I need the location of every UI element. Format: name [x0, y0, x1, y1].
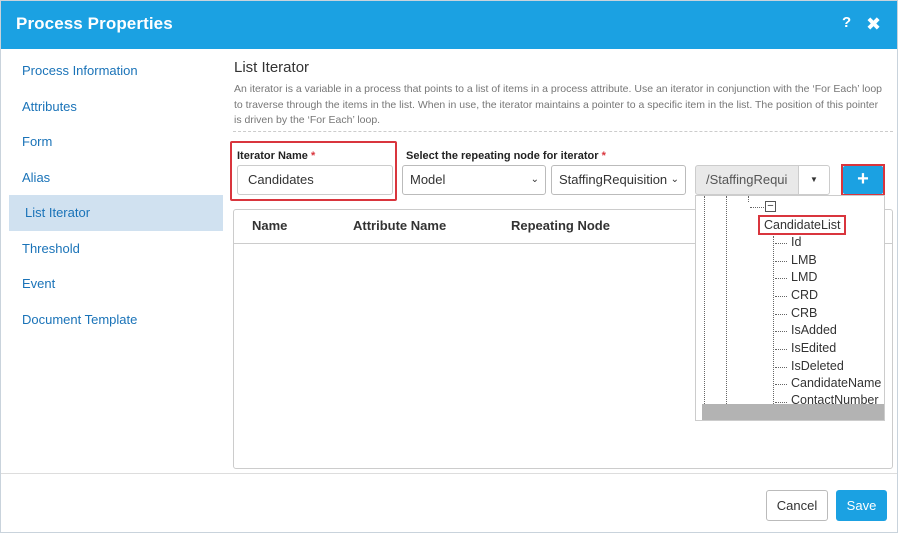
tree-connector [775, 278, 787, 279]
tree-guide-line [704, 196, 705, 404]
dialog-titlebar: Process Properties ? ✖ [1, 1, 897, 49]
section-heading: List Iterator [234, 59, 310, 76]
section-divider [233, 131, 893, 132]
iterator-name-label: Iterator Name * [237, 150, 316, 162]
iterator-name-input[interactable]: Candidates [237, 165, 393, 195]
tree-node-candidate-name[interactable]: CandidateName [791, 376, 881, 390]
chevron-down-icon: ⌄ [670, 174, 679, 185]
tree-node-crd[interactable]: CRD [791, 288, 818, 302]
section-description: An iterator is a variable in a process t… [234, 83, 883, 126]
node-path-input[interactable]: /StaffingRequi [695, 165, 799, 195]
dialog-title: Process Properties [16, 14, 173, 33]
column-header-attribute-name: Attribute Name [353, 218, 447, 233]
tree-connector [775, 261, 787, 262]
cancel-button[interactable]: Cancel [766, 490, 828, 521]
tree-node-lmd[interactable]: LMD [791, 270, 817, 284]
help-icon[interactable]: ? [842, 14, 851, 31]
process-properties-dialog: Process Properties ? ✖ Process Informati… [0, 0, 898, 533]
tree-connector [775, 314, 787, 315]
close-icon[interactable]: ✖ [866, 14, 881, 34]
collapse-icon[interactable]: − [765, 201, 776, 212]
tree-node-lmb[interactable]: LMB [791, 253, 817, 267]
tree-connector [775, 349, 787, 350]
sidebar-item-document-template[interactable]: Document Template [9, 302, 223, 338]
column-header-repeating-node: Repeating Node [511, 218, 610, 233]
repeating-node-label: Select the repeating node for iterator * [406, 150, 606, 162]
tree-connector [775, 402, 787, 403]
entity-select[interactable]: StaffingRequisition ⌄ [551, 165, 686, 195]
sidebar-nav: Process Information Attributes Form Alia… [9, 53, 223, 337]
tree-connector [775, 331, 787, 332]
tree-connector [775, 367, 787, 368]
node-tree-dropdown[interactable]: − CandidateList Id LMB LMD CRD CRB IsAdd… [695, 195, 885, 421]
tree-guide-line [773, 236, 774, 404]
tree-node-crb[interactable]: CRB [791, 306, 817, 320]
save-button[interactable]: Save [836, 490, 887, 521]
tree-node-is-deleted[interactable]: IsDeleted [791, 359, 844, 373]
sidebar-item-list-iterator[interactable]: List Iterator [9, 195, 223, 231]
model-select[interactable]: Model ⌄ [402, 165, 546, 195]
chevron-down-icon: ⌄ [530, 174, 539, 185]
tree-guide-line [748, 196, 749, 202]
sidebar-item-process-information[interactable]: Process Information [9, 53, 223, 89]
sidebar-item-threshold[interactable]: Threshold [9, 231, 223, 267]
tree-connector [775, 296, 787, 297]
horizontal-scrollbar[interactable] [702, 404, 884, 420]
tree-connector [775, 384, 787, 385]
tree-node-id[interactable]: Id [791, 235, 801, 249]
tree-guide-line [726, 196, 727, 404]
tree-dropdown-toggle[interactable]: ▼ [798, 165, 830, 195]
candidate-list-highlight [758, 215, 846, 235]
add-button-highlight [841, 164, 885, 196]
sidebar-item-form[interactable]: Form [9, 124, 223, 160]
tree-connector [750, 207, 764, 208]
sidebar-item-attributes[interactable]: Attributes [9, 89, 223, 125]
column-header-name: Name [252, 218, 288, 233]
footer-divider [1, 473, 897, 474]
tree-node-is-edited[interactable]: IsEdited [791, 341, 836, 355]
tree-node-is-added[interactable]: IsAdded [791, 323, 837, 337]
sidebar-item-event[interactable]: Event [9, 266, 223, 302]
sidebar-item-alias[interactable]: Alias [9, 160, 223, 196]
tree-connector [775, 243, 787, 244]
